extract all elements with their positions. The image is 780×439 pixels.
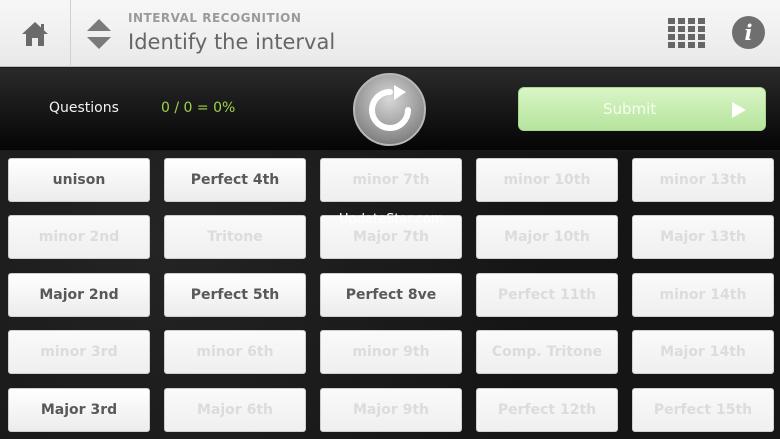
- answer-button[interactable]: Major 10th: [476, 215, 618, 259]
- answer-button[interactable]: Perfect 12th: [476, 388, 618, 432]
- app-header: INTERVAL RECOGNITION Identify the interv…: [0, 0, 780, 67]
- grid-icon: [668, 18, 705, 48]
- answer-button[interactable]: Perfect 4th: [164, 158, 306, 202]
- answer-button[interactable]: Comp. Tritone: [476, 330, 618, 374]
- answer-button[interactable]: minor 9th: [320, 330, 462, 374]
- grid-menu-button[interactable]: [668, 18, 706, 48]
- home-icon: [22, 21, 48, 46]
- answer-button[interactable]: Major 3rd: [8, 388, 150, 432]
- answer-grid: unison Perfect 4th minor 7th minor 10th mino…: [0, 151, 780, 439]
- answer-button[interactable]: Perfect 15th: [632, 388, 774, 432]
- replay-icon: [368, 84, 411, 131]
- answer-button[interactable]: minor 3rd: [8, 330, 150, 374]
- answer-button[interactable]: minor 13th: [632, 158, 774, 202]
- questions-label: Questions: [49, 100, 119, 116]
- answer-button[interactable]: Perfect 5th: [164, 273, 306, 317]
- answer-button[interactable]: minor 2nd: [8, 215, 150, 259]
- up-down-arrows-icon: [87, 19, 111, 49]
- control-bar: Questions 0 / 0 = 0% Submit: [0, 68, 780, 150]
- answer-button[interactable]: Perfect 8ve: [320, 273, 462, 317]
- home-button[interactable]: [0, 0, 71, 67]
- answer-button[interactable]: Major 13th: [632, 215, 774, 259]
- info-button[interactable]: i: [732, 16, 765, 49]
- replay-button[interactable]: [353, 73, 426, 146]
- answer-button[interactable]: minor 10th: [476, 158, 618, 202]
- answer-button[interactable]: Tritone: [164, 215, 306, 259]
- answer-button[interactable]: unison: [8, 158, 150, 202]
- answer-button[interactable]: Major 9th: [320, 388, 462, 432]
- answer-button[interactable]: minor 14th: [632, 273, 774, 317]
- answer-button[interactable]: minor 7th: [320, 158, 462, 202]
- watermark-text: UpdateStar.com: [339, 212, 444, 227]
- sort-toggle-button[interactable]: [80, 14, 118, 54]
- submit-label: Submit: [603, 100, 657, 118]
- answer-button[interactable]: Major 14th: [632, 330, 774, 374]
- answer-button[interactable]: minor 6th: [164, 330, 306, 374]
- answer-button[interactable]: Major 2nd: [8, 273, 150, 317]
- submit-button[interactable]: Submit: [518, 87, 766, 131]
- answer-button[interactable]: Perfect 11th: [476, 273, 618, 317]
- play-arrow-icon: [732, 102, 746, 118]
- info-icon: i: [744, 20, 753, 45]
- score-readout: 0 / 0 = 0%: [161, 100, 236, 116]
- answer-button[interactable]: Major 6th: [164, 388, 306, 432]
- page-title: Identify the interval: [128, 30, 336, 54]
- page-subtitle: INTERVAL RECOGNITION: [128, 11, 302, 25]
